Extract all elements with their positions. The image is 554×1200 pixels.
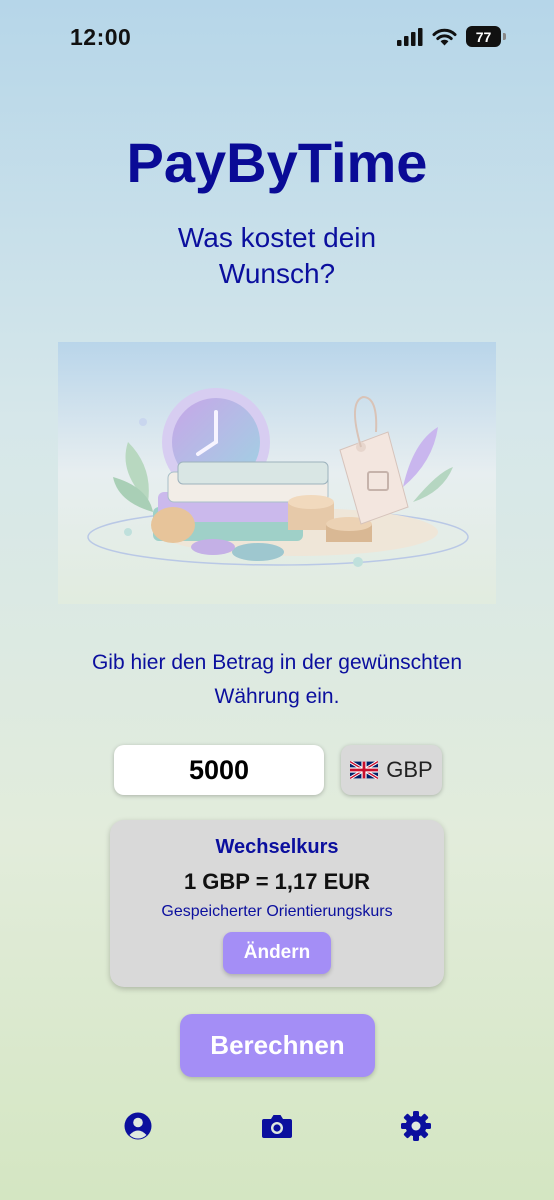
settings-icon bbox=[401, 1111, 431, 1141]
currency-code: GBP bbox=[386, 757, 433, 782]
exchange-rate-note: Gespeicherter Orientierungskurs bbox=[161, 903, 393, 920]
status-time: 12:00 bbox=[70, 24, 132, 50]
profile-icon bbox=[124, 1112, 152, 1140]
tab-bar bbox=[0, 1108, 554, 1148]
app-subtitle: Was kostet dein Wunsch? bbox=[177, 222, 377, 289]
wifi-icon bbox=[432, 28, 457, 45]
tab-profile[interactable] bbox=[120, 1108, 156, 1144]
tab-settings[interactable] bbox=[398, 1108, 434, 1144]
change-rate-button[interactable]: Ändern bbox=[223, 932, 331, 974]
status-icons: 77 bbox=[397, 26, 506, 47]
cellular-signal-icon bbox=[397, 27, 423, 46]
battery-level: 77 bbox=[466, 26, 501, 47]
calculate-button[interactable]: Berechnen bbox=[180, 1014, 375, 1077]
exchange-rate-card: Wechselkurs 1 GBP = 1,17 EUR Gespeichert… bbox=[110, 820, 444, 987]
hero-illustration bbox=[58, 342, 496, 604]
battery-tip bbox=[503, 33, 506, 40]
amount-instruction: Gib hier den Betrag in der gewünschten W… bbox=[91, 651, 463, 708]
camera-icon bbox=[262, 1115, 292, 1138]
currency-select-button[interactable]: GBP bbox=[341, 745, 442, 795]
amount-input[interactable] bbox=[114, 745, 324, 795]
exchange-rate-heading: Wechselkurs bbox=[215, 836, 339, 858]
status-bar: 12:00 77 bbox=[0, 0, 554, 76]
tab-camera[interactable] bbox=[259, 1108, 295, 1144]
battery-icon: 77 bbox=[466, 26, 506, 47]
uk-flag-icon bbox=[350, 761, 379, 779]
app-title: PayByTime bbox=[126, 131, 428, 194]
exchange-rate-value: 1 GBP = 1,17 EUR bbox=[183, 869, 371, 894]
